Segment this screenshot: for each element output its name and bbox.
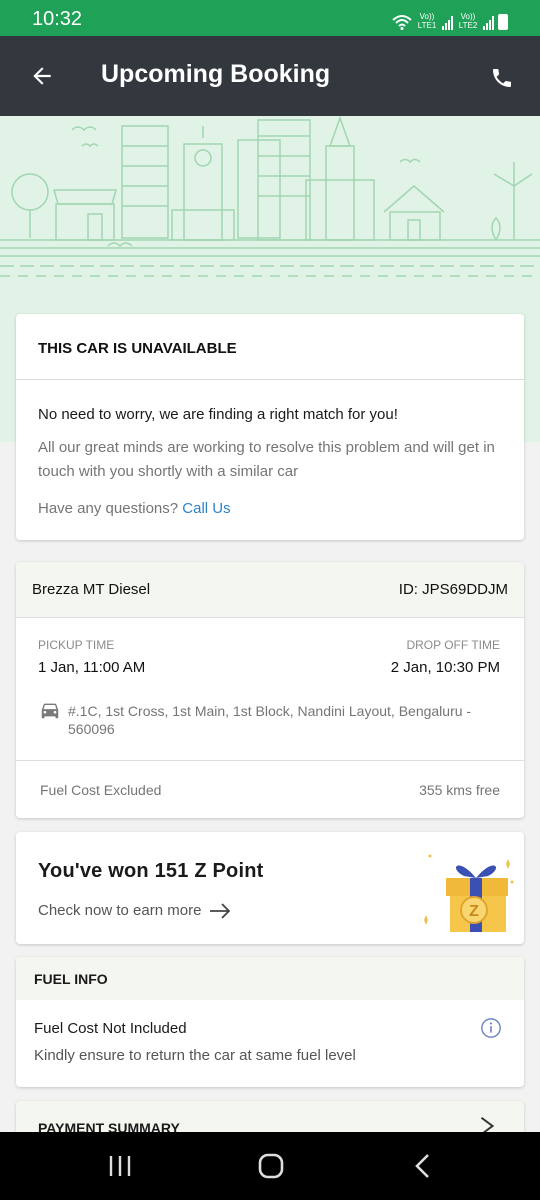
call-button[interactable]: [482, 58, 522, 98]
wifi-icon: [392, 15, 412, 30]
car-name: Brezza MT Diesel: [32, 581, 151, 598]
sim2-label: Vo)) LTE2: [458, 12, 478, 30]
signal-icon: [442, 16, 453, 30]
fuel-info-title: Fuel Cost Not Included: [34, 1020, 187, 1037]
gift-coin-letter: Z: [469, 903, 479, 920]
fuel-info-card: FUEL INFO Fuel Cost Not Included Kindly …: [16, 957, 524, 1087]
pickup-time: 1 Jan, 11:00 AM: [38, 659, 146, 676]
call-us-link[interactable]: Call Us: [182, 500, 230, 517]
pickup-label: PICKUP TIME: [38, 638, 115, 652]
dropoff-time: 2 Jan, 10:30 PM: [390, 659, 500, 676]
fuel-info-heading: FUEL INFO: [16, 957, 524, 1000]
chevron-left-icon: [415, 1154, 429, 1178]
car-icon: [41, 703, 59, 719]
status-bar: 10:32 Vo)) LTE1 Vo)) LTE2: [0, 0, 540, 36]
fuel-info-subtitle: Kindly ensure to return the car at same …: [34, 1047, 356, 1064]
phone-icon: [493, 69, 511, 87]
kms-free-text: 355 kms free: [419, 782, 500, 798]
unavailable-details: All our great minds are working to resol…: [38, 439, 495, 480]
battery-icon: [498, 14, 508, 30]
status-time: 10:32: [32, 8, 83, 30]
unavailable-card: THIS CAR IS UNAVAILABLE No need to worry…: [16, 314, 524, 540]
questions-text: Have any questions? Call Us: [38, 500, 231, 517]
app-bar: Upcoming Booking: [0, 36, 540, 116]
unavailable-heading: THIS CAR IS UNAVAILABLE: [16, 314, 524, 380]
gift-box-icon: Z: [424, 854, 514, 932]
home-icon: [258, 1153, 284, 1179]
booking-card: Brezza MT Diesel ID: JPS69DDJM PICKUP TI…: [16, 562, 524, 818]
earn-more-link[interactable]: Check now to earn more: [38, 902, 231, 919]
page-title: Upcoming Booking: [101, 60, 331, 88]
arrow-back-icon: [33, 67, 51, 85]
info-icon[interactable]: [480, 1017, 502, 1039]
questions-label: Have any questions?: [38, 500, 179, 517]
sim1-label: Vo)) LTE1: [417, 12, 437, 30]
z-points-title: You've won 151 Z Point: [38, 860, 264, 882]
status-icons: Vo)) LTE1 Vo)) LTE2: [392, 10, 508, 30]
system-back-button[interactable]: [393, 1148, 453, 1184]
unavailable-message: No need to worry, we are finding a right…: [38, 406, 398, 423]
booking-footer: Fuel Cost Excluded 355 kms free: [16, 760, 524, 818]
dropoff-label: DROP OFF TIME: [406, 638, 500, 652]
home-button[interactable]: [241, 1148, 301, 1184]
signal-icon: [483, 16, 494, 30]
earn-more-label: Check now to earn more: [38, 902, 202, 919]
booking-header: Brezza MT Diesel ID: JPS69DDJM: [16, 562, 524, 618]
recent-apps-icon: [109, 1156, 131, 1176]
system-nav-bar: [0, 1132, 540, 1200]
back-button[interactable]: [22, 56, 62, 96]
booking-id: ID: JPS69DDJM: [398, 581, 508, 598]
arrow-right-icon: [210, 902, 231, 919]
recent-apps-button[interactable]: [90, 1148, 150, 1184]
z-points-card[interactable]: You've won 151 Z Point Check now to earn…: [16, 832, 524, 944]
pickup-address: #.1C, 1st Cross, 1st Main, 1st Block, Na…: [68, 703, 472, 737]
fuel-cost-text: Fuel Cost Excluded: [40, 782, 162, 798]
